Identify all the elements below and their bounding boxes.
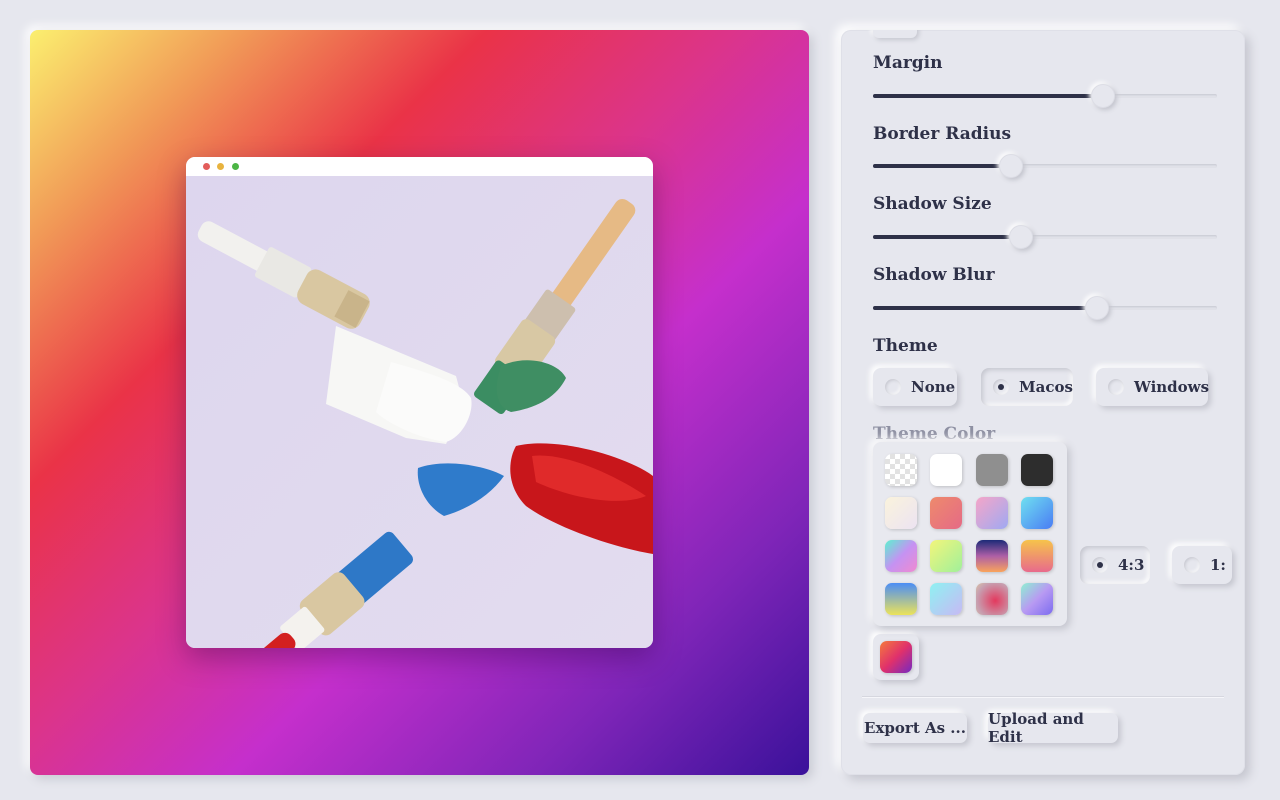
theme-option-none[interactable]: None <box>873 368 957 406</box>
swatch-black[interactable] <box>1021 454 1053 486</box>
paint-brushes-image <box>186 176 653 648</box>
border-radius-slider-knob[interactable] <box>999 154 1023 178</box>
minimize-dot-icon <box>217 163 224 170</box>
ratio-option-1[interactable]: 1: <box>1172 546 1232 584</box>
margin-label: Margin <box>873 53 943 73</box>
divider <box>862 696 1224 698</box>
swatch-mint-violet[interactable] <box>1021 583 1053 615</box>
border-radius-slider[interactable] <box>873 154 1217 178</box>
radio-icon <box>1184 557 1200 573</box>
shadow-blur-slider[interactable] <box>873 296 1217 320</box>
radio-selected-icon <box>993 379 1009 395</box>
swatch-sunset[interactable] <box>976 540 1008 572</box>
theme-option-windows[interactable]: Windows <box>1096 368 1210 406</box>
ratio-option-4-3[interactable]: 4:3 <box>1080 546 1150 584</box>
swatch-rose[interactable] <box>976 583 1008 615</box>
theme-option-macos[interactable]: Macos <box>981 368 1073 406</box>
window-titlebar <box>186 157 653 176</box>
theme-option-label: None <box>911 378 956 396</box>
swatch-peach[interactable] <box>1021 540 1053 572</box>
radio-icon <box>885 379 901 395</box>
shadow-blur-slider-knob[interactable] <box>1085 296 1109 320</box>
maximize-dot-icon <box>232 163 239 170</box>
shadow-blur-slider-fill <box>873 306 1097 310</box>
radio-selected-icon <box>1092 557 1108 573</box>
shadow-size-slider[interactable] <box>873 225 1217 249</box>
theme-option-label: Windows <box>1134 378 1210 396</box>
selected-color-button[interactable] <box>873 634 919 680</box>
swatch-coral[interactable] <box>930 497 962 529</box>
preview-canvas <box>30 30 809 775</box>
swatch-lime[interactable] <box>930 540 962 572</box>
theme-option-label: Macos <box>1019 378 1073 396</box>
theme-label: Theme <box>873 336 938 356</box>
margin-slider-knob[interactable] <box>1091 84 1115 108</box>
theme-color-palette <box>873 442 1067 626</box>
radio-icon <box>1108 379 1124 395</box>
upload-edit-button[interactable]: Upload and Edit <box>988 710 1118 746</box>
macos-window-frame <box>186 157 653 648</box>
shadow-size-slider-knob[interactable] <box>1009 225 1033 249</box>
theme-color-label: Theme Color <box>873 424 996 444</box>
swatch-sky[interactable] <box>1021 497 1053 529</box>
shadow-blur-label: Shadow Blur <box>873 265 995 285</box>
ratio-option-label: 1: <box>1210 556 1226 574</box>
margin-slider-fill <box>873 94 1103 98</box>
scrolled-control-stub <box>873 30 917 38</box>
export-button[interactable]: Export As ... <box>863 713 967 743</box>
border-radius-slider-fill <box>873 164 1011 168</box>
swatch-lavender[interactable] <box>976 497 1008 529</box>
swatch-gray[interactable] <box>976 454 1008 486</box>
swatch-cream[interactable] <box>885 497 917 529</box>
swatch-cyan-lilac[interactable] <box>930 583 962 615</box>
ratio-option-label: 4:3 <box>1118 556 1145 574</box>
settings-panel: Margin Border Radius Shadow Size Shadow … <box>841 30 1245 775</box>
shadow-size-label: Shadow Size <box>873 194 992 214</box>
swatch-white[interactable] <box>930 454 962 486</box>
shadow-size-slider-fill <box>873 235 1021 239</box>
swatch-transparent[interactable] <box>885 454 917 486</box>
close-dot-icon <box>203 163 210 170</box>
swatch-aqua-pink[interactable] <box>885 540 917 572</box>
swatch-blue-yellow[interactable] <box>885 583 917 615</box>
border-radius-label: Border Radius <box>873 124 1012 144</box>
selected-color-swatch <box>880 641 912 673</box>
margin-slider[interactable] <box>873 84 1217 108</box>
